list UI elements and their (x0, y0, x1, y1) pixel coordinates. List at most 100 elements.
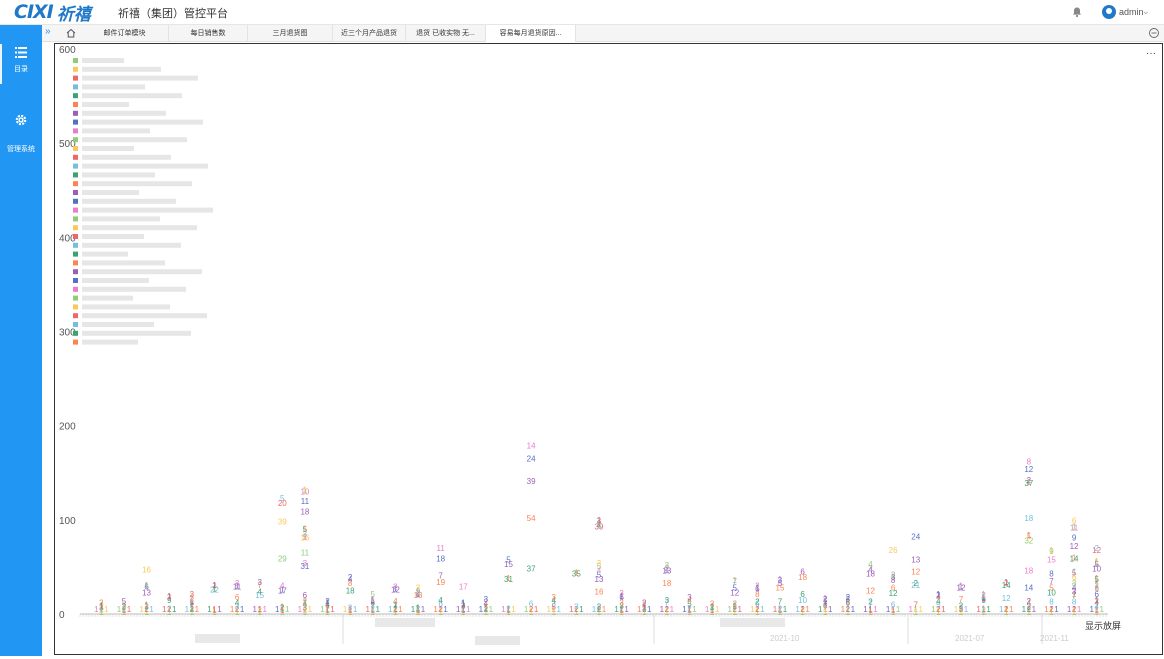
legend-swatch (73, 154, 78, 160)
tab-options-icon[interactable] (1148, 27, 1160, 39)
data-label: 2 (506, 604, 511, 613)
data-label: 3 (190, 590, 195, 599)
obscured-axis-label (475, 636, 520, 645)
legend-swatch (73, 216, 78, 222)
data-label: 11 (301, 549, 310, 558)
data-label: 1 (1049, 546, 1054, 555)
legend-swatch (73, 304, 78, 310)
data-label: 1 (783, 605, 788, 614)
legend-label-obscured (82, 172, 155, 178)
legend-label-obscured (82, 93, 182, 99)
collapse-sidebar-icon[interactable]: » (45, 26, 51, 37)
fullscreen-label[interactable]: 显示放屏 (1085, 620, 1121, 631)
data-label: 1 (851, 605, 856, 614)
data-label: 1 (805, 605, 810, 614)
gear-icon (15, 114, 27, 126)
legend-label-obscured (82, 251, 128, 257)
legend-swatch (73, 242, 78, 248)
data-label: 4 (868, 560, 873, 569)
data-label: 1 (167, 604, 172, 613)
data-label: 6 (235, 593, 240, 602)
data-label: 18 (436, 554, 445, 563)
legend-swatch (73, 190, 78, 195)
legend-swatch (73, 330, 78, 336)
legend-label-obscured (82, 102, 129, 107)
data-label: 14 (527, 441, 536, 450)
bell-icon[interactable] (1071, 6, 1083, 18)
data-label: 6 (1072, 517, 1077, 526)
x-tick-label: 2021-07 (955, 634, 985, 643)
legend-swatch (73, 137, 78, 143)
legend-label-obscured (82, 84, 145, 90)
data-label: 1 (144, 601, 149, 610)
data-label: 1 (1027, 531, 1032, 540)
legend-swatch (73, 119, 78, 125)
data-label: 1 (964, 605, 969, 614)
legend-label-obscured (82, 269, 202, 275)
data-label: 2 (755, 582, 760, 591)
logo-cn-text: 祈禧 (56, 4, 91, 25)
legend-swatch (73, 225, 78, 231)
legend-swatch (73, 102, 78, 107)
data-label: 1 (873, 605, 878, 614)
tab-three-month-returns[interactable]: 近三个月产品退货 (333, 25, 406, 42)
data-label: 1 (959, 582, 964, 591)
data-label: 1 (127, 605, 132, 614)
logo[interactable]: CIXI 祈禧 (14, 1, 91, 25)
legend-swatch (73, 58, 78, 63)
data-label: 1 (624, 605, 629, 614)
y-tick-label: 600 (59, 45, 76, 56)
data-label: 1 (1004, 578, 1009, 587)
tab-monthly-return-reasons[interactable]: 容易每月退货原因... (486, 25, 576, 42)
tab-daily-sales[interactable]: 每日销售数 (169, 25, 248, 42)
data-label: 54 (527, 514, 536, 523)
data-label: 1 (353, 605, 358, 614)
legend-label-obscured (82, 234, 144, 239)
home-icon[interactable] (65, 27, 77, 39)
data-label: 1 (778, 575, 783, 584)
legend-swatch (73, 295, 78, 301)
data-label: 9 (1072, 534, 1077, 543)
x-tick-label: 2021-10 (770, 634, 800, 643)
data-label: 3 (416, 584, 421, 593)
data-label: 2 (868, 598, 873, 607)
tab-march-returns[interactable]: 三月退货图 (248, 25, 333, 42)
sidebar-item-management[interactable]: 管理系统 (0, 114, 42, 154)
data-label: 12 (1002, 594, 1011, 603)
data-label: 1 (557, 605, 562, 614)
legend-swatch (73, 269, 78, 275)
data-label: 4 (393, 597, 398, 606)
data-label: 16 (142, 566, 151, 575)
data-label: 3 (303, 559, 308, 568)
sidebar-item-catalog[interactable]: 目录 (0, 47, 42, 74)
data-label: 1 (195, 605, 200, 614)
data-label: 1 (602, 605, 607, 614)
data-label: 2 (846, 593, 851, 602)
data-label: 1 (1009, 605, 1014, 614)
legend-label-obscured (82, 190, 139, 195)
data-label: 1 (579, 605, 584, 614)
more-options-icon[interactable]: ··· (1146, 48, 1156, 59)
data-label: 6 (891, 601, 896, 610)
data-label: 3 (257, 578, 262, 587)
x-tick-label: 2021-11 (1040, 634, 1069, 643)
legend-label-obscured (82, 198, 176, 204)
data-label: 3 (665, 561, 670, 570)
data-label: 1 (647, 605, 652, 614)
data-label: 7 (778, 598, 783, 607)
legend-label-obscured (82, 58, 124, 63)
username[interactable]: admin (1119, 7, 1144, 17)
legend-label-obscured (82, 322, 154, 327)
data-label: 1 (240, 605, 245, 614)
data-label: 6 (800, 568, 805, 577)
legend-swatch (73, 128, 78, 134)
data-label: 1 (738, 605, 743, 614)
data-label: 1 (733, 576, 738, 585)
data-label: 2 (1027, 597, 1032, 606)
chevron-down-icon[interactable]: ⌄ (1142, 6, 1150, 17)
data-label: 1 (1072, 568, 1077, 577)
data-label: 1 (511, 605, 516, 614)
tab-email-orders[interactable]: 邮件订单模块 (81, 25, 169, 42)
user-avatar-icon[interactable] (1102, 5, 1116, 19)
tab-received-returns[interactable]: 退货 已收实物 无... (406, 25, 486, 42)
